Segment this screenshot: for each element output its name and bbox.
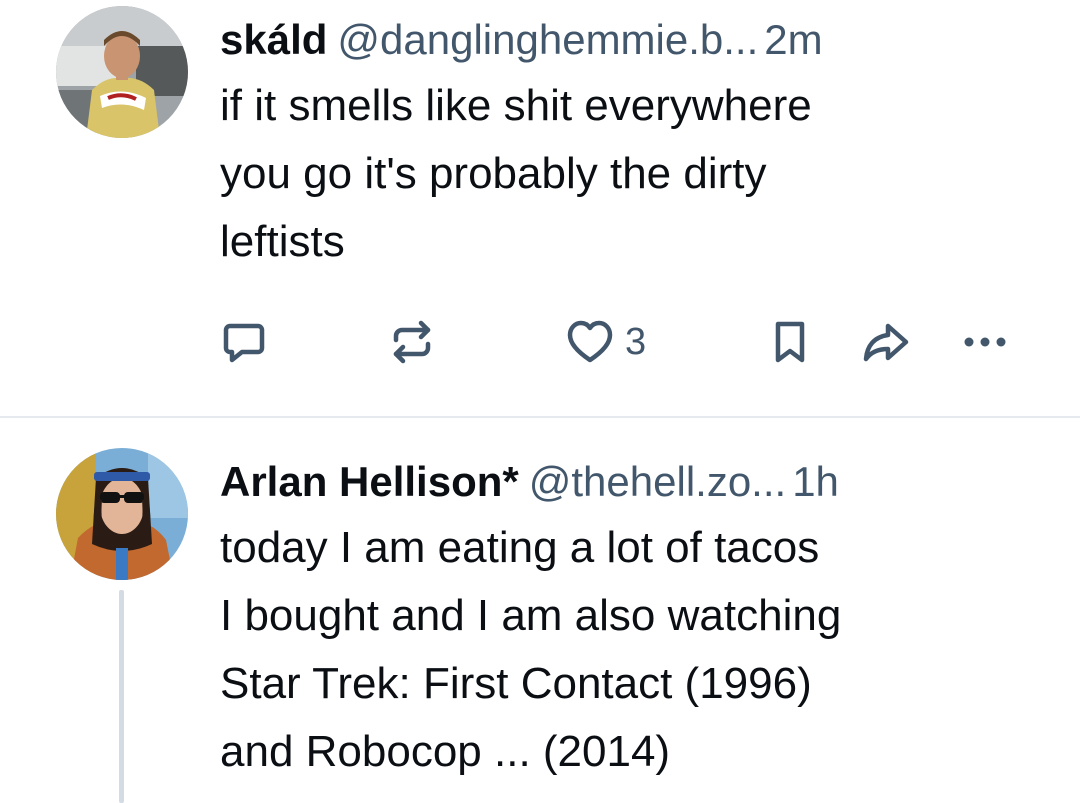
more-options-button[interactable] bbox=[960, 310, 1010, 374]
repost-icon bbox=[393, 320, 431, 364]
handle[interactable]: @danglinghemmie.b... bbox=[337, 16, 758, 63]
like-button[interactable]: 3 bbox=[565, 310, 646, 374]
reply-button[interactable] bbox=[220, 310, 268, 374]
handle[interactable]: @thehell.zo... bbox=[529, 458, 786, 505]
avatar-image bbox=[56, 448, 188, 580]
display-name[interactable]: skáld bbox=[220, 16, 327, 63]
bookmark-icon bbox=[775, 321, 805, 363]
timestamp[interactable]: 1h bbox=[792, 458, 839, 505]
post-text: if it smells like shit everywhere you go… bbox=[220, 81, 812, 266]
feed: skáld @danglinghemmie.b... 2m if it smells… bbox=[0, 0, 1080, 803]
avatar[interactable] bbox=[56, 6, 188, 138]
like-count: 3 bbox=[625, 321, 647, 363]
post-header: Arlan Hellison* @thehell.zo... 1h bbox=[220, 454, 1040, 510]
post-header: skáld @danglinghemmie.b... 2m bbox=[220, 12, 1040, 68]
post-item[interactable]: Arlan Hellison* @thehell.zo... 1h today I … bbox=[0, 418, 1080, 803]
bookmark-button[interactable] bbox=[770, 310, 810, 374]
reply-icon bbox=[223, 323, 265, 363]
post-actions: 3 bbox=[220, 310, 1020, 374]
repost-button[interactable] bbox=[388, 310, 436, 374]
share-button[interactable] bbox=[860, 310, 912, 374]
avatar-image bbox=[56, 6, 188, 138]
timestamp[interactable]: 2m bbox=[764, 16, 822, 63]
avatar[interactable] bbox=[56, 448, 188, 580]
thread-line bbox=[119, 590, 124, 803]
post-content: Arlan Hellison* @thehell.zo... 1h today I … bbox=[220, 454, 1040, 786]
share-icon bbox=[863, 323, 909, 362]
post-text: today I am eating a lot of tacos I bough… bbox=[220, 523, 842, 776]
heart-icon bbox=[567, 320, 613, 363]
more-icon bbox=[964, 337, 1006, 347]
post-item[interactable]: skáld @danglinghemmie.b... 2m if it smells… bbox=[0, 0, 1080, 416]
display-name[interactable]: Arlan Hellison* bbox=[220, 458, 519, 505]
post-content: skáld @danglinghemmie.b... 2m if it smells… bbox=[220, 12, 1040, 276]
